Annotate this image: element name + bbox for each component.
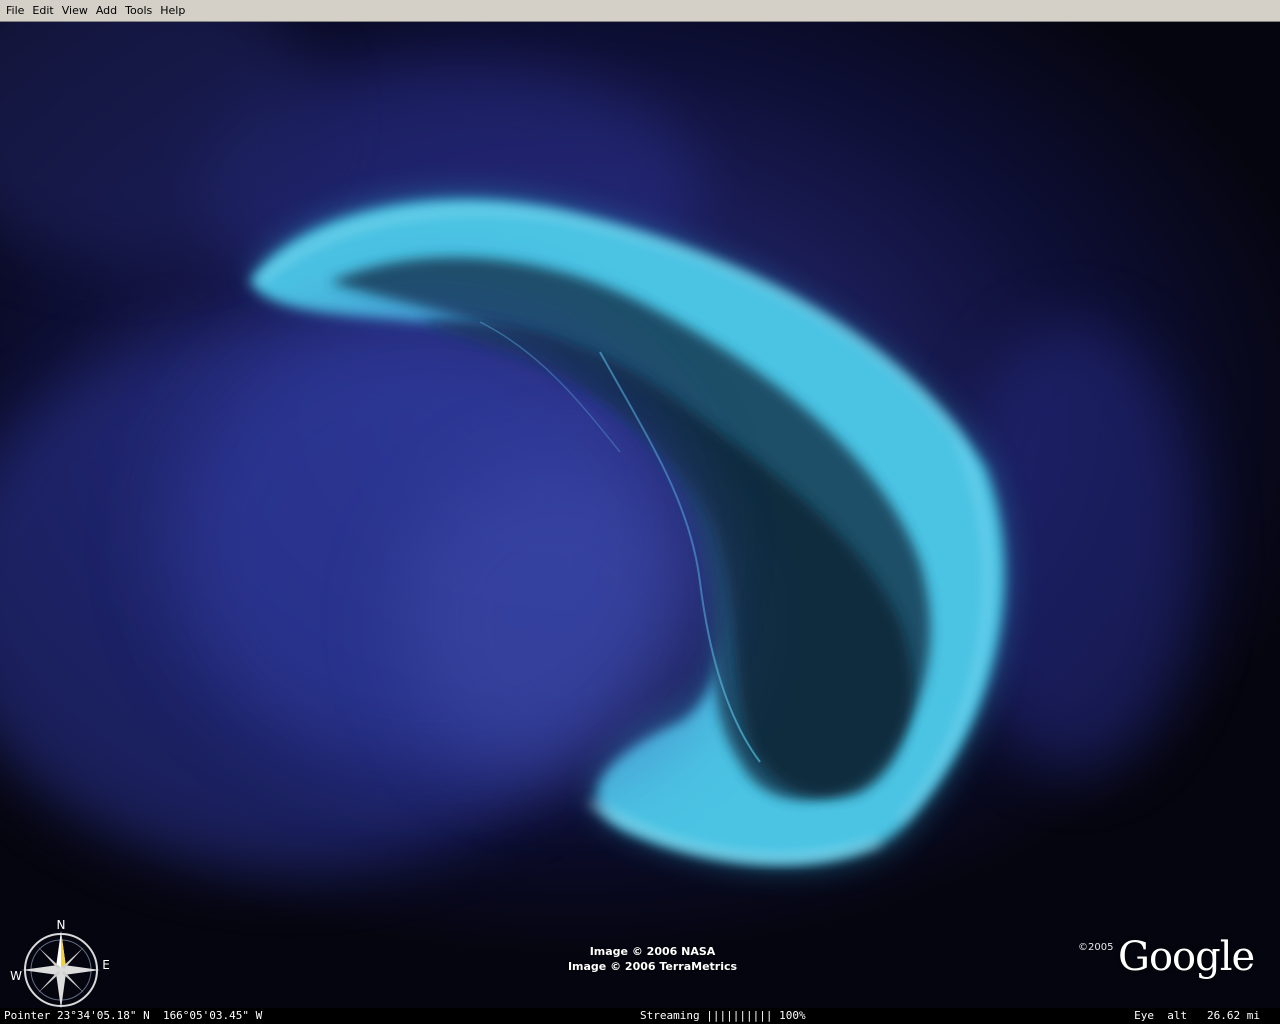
attribution-nasa: Image © 2006 NASA — [589, 945, 716, 958]
menu-file[interactable]: File — [2, 2, 28, 19]
attribution-terrametrics: Image © 2006 TerraMetrics — [567, 960, 738, 973]
pointer-coordinates: Pointer 23°34'05.18" N 166°05'03.45" W — [4, 1009, 263, 1022]
compass-rose-icon[interactable]: N S E W — [8, 917, 114, 1008]
menu-edit[interactable]: Edit — [28, 2, 57, 19]
imagery-attribution: Image © 2006 NASA Image © 2006 TerraMetr… — [540, 944, 765, 974]
compass-w-label: W — [10, 969, 22, 983]
map-viewport[interactable]: Image © 2006 NASA Image © 2006 TerraMetr… — [0, 22, 1280, 1008]
atoll-satellite-image — [170, 190, 1012, 872]
logo-text: Google — [1118, 934, 1255, 980]
streaming-status: Streaming |||||||||| 100% — [640, 1009, 806, 1022]
compass-n-label: N — [57, 918, 66, 932]
menu-bar: File Edit View Add Tools Help — [0, 0, 1280, 22]
status-bar: Pointer 23°34'05.18" N 166°05'03.45" W S… — [0, 1008, 1280, 1024]
google-logo: ©2005 Google — [1078, 934, 1268, 994]
menu-add[interactable]: Add — [92, 2, 121, 19]
menu-tools[interactable]: Tools — [121, 2, 156, 19]
menu-help[interactable]: Help — [156, 2, 189, 19]
menu-view[interactable]: View — [58, 2, 92, 19]
logo-copyright: ©2005 — [1078, 942, 1114, 953]
compass-e-label: E — [102, 958, 110, 972]
eye-altitude: Eye alt 26.62 mi — [1134, 1009, 1260, 1022]
